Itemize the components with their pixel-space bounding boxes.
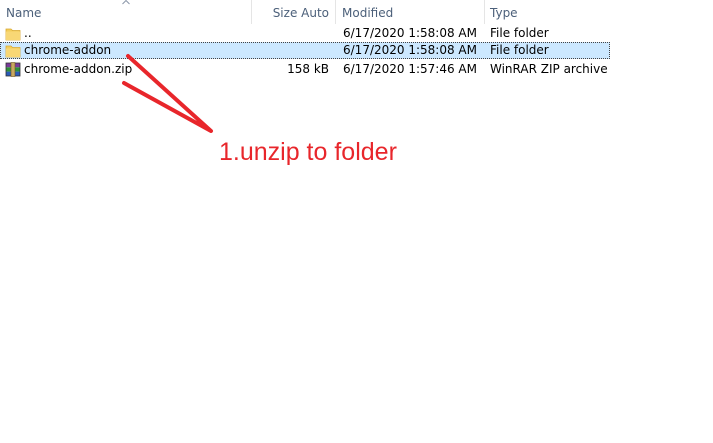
item-type: File folder	[490, 26, 549, 40]
column-header-modified[interactable]: Modified	[342, 0, 482, 24]
winrar-archive-icon	[5, 62, 21, 77]
list-item-chrome-addon-zip[interactable]: chrome-addon.zip 158 kB 6/17/2020 1:57:4…	[0, 61, 610, 78]
list-item-chrome-addon-folder[interactable]: chrome-addon 6/17/2020 1:58:08 AM File f…	[0, 42, 610, 59]
folder-icon	[5, 45, 21, 58]
item-size	[252, 25, 329, 42]
item-size	[252, 42, 329, 59]
annotation-label: 1.unzip to folder	[219, 138, 397, 166]
column-divider[interactable]	[484, 0, 485, 24]
item-name: ..	[24, 26, 32, 40]
item-name: chrome-addon.zip	[24, 62, 133, 76]
column-divider[interactable]	[335, 0, 336, 24]
column-header-size[interactable]: Size Auto	[252, 0, 332, 24]
item-modified: 6/17/2020 1:57:46 AM	[343, 62, 477, 76]
item-type: WinRAR ZIP archive	[490, 62, 608, 76]
column-header-type[interactable]: Type	[490, 0, 600, 24]
list-item-parent-folder[interactable]: .. 6/17/2020 1:58:08 AM File folder	[0, 25, 610, 42]
item-modified: 6/17/2020 1:58:08 AM	[343, 43, 477, 57]
item-name: chrome-addon	[24, 43, 112, 57]
item-modified: 6/17/2020 1:58:08 AM	[343, 26, 477, 40]
column-header-bar: Name Size Auto Modified Type	[0, 0, 713, 24]
folder-icon	[5, 28, 21, 41]
item-size: 158 kB	[287, 62, 329, 76]
sort-ascending-icon	[122, 0, 130, 5]
item-type: File folder	[490, 43, 549, 57]
file-list-view: Name Size Auto Modified Type .. 6/17/202…	[0, 0, 713, 443]
